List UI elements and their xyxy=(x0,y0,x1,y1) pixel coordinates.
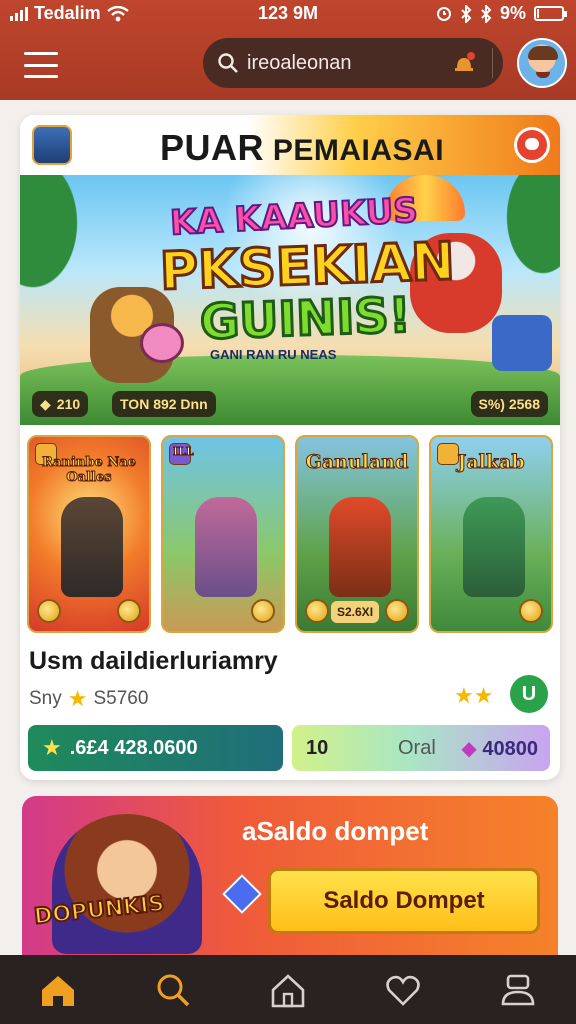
hero-chip-players: ◆ 210 xyxy=(32,391,89,417)
stat-button-b[interactable]: 10 Oral ◆ 40800 xyxy=(292,725,550,771)
menu-line xyxy=(24,63,58,67)
tile-character xyxy=(61,497,123,597)
game-tile[interactable]: Raninbe Nae Oalles xyxy=(27,435,151,633)
promo-character xyxy=(52,814,202,954)
tile-label: ILL xyxy=(173,445,195,459)
hero-chip-value: TON 892 Dnn xyxy=(120,396,208,412)
coin-icon xyxy=(305,599,329,623)
card-title-sub: PEMAIASAI xyxy=(272,134,445,167)
coin-icon xyxy=(37,599,61,623)
tile-character xyxy=(329,497,391,597)
stat-b-amount: 40800 xyxy=(482,737,538,760)
game-tile[interactable]: Jalkab xyxy=(429,435,553,633)
stat-b-value: ◆ 40800 xyxy=(461,736,538,761)
subtitle-prefix: Sny xyxy=(29,688,62,709)
gem-icon: ◆ xyxy=(461,737,477,760)
hero-headline-3: GUINIS! xyxy=(198,286,414,352)
gem-icon xyxy=(222,874,262,914)
u-badge-button[interactable]: U xyxy=(510,675,548,713)
card-title: PUAR PEMAIASAI xyxy=(160,127,444,169)
card-title-main: PUAR xyxy=(160,127,265,168)
coin-icon xyxy=(251,599,275,623)
stat-b-number: 10 xyxy=(306,736,329,759)
stat-button-a[interactable]: ★ .6£4 428.0600 xyxy=(28,725,283,771)
search-icon xyxy=(218,53,238,73)
search-input[interactable] xyxy=(247,51,447,75)
hero-chip-value: 210 xyxy=(56,396,81,412)
nav-search[interactable] xyxy=(143,960,203,1020)
nav-home[interactable] xyxy=(28,960,88,1020)
star-icon: ★ xyxy=(42,735,62,760)
hero-subtitle: GANI RAN RU NEAS xyxy=(210,347,337,362)
battery-icon xyxy=(534,6,567,21)
coin-icon xyxy=(519,599,543,623)
wallet-balance-button[interactable]: Saldo Dompet xyxy=(268,868,540,934)
gem-icon: ◆ xyxy=(40,395,51,412)
game-subtitle: Sny ★ S5760 xyxy=(29,686,148,712)
status-bar: Tedalim 123 9M 9% xyxy=(0,0,576,28)
star-icon: ★ xyxy=(454,683,474,708)
bluetooth-icon xyxy=(461,4,472,23)
wallet-promo-banner: DOPUNKIS aSaldo dompet Saldo Dompet xyxy=(22,796,558,956)
battery-fill xyxy=(537,9,539,18)
nav-profile[interactable] xyxy=(488,960,548,1020)
hero-chip-stat: S%) 2568 xyxy=(470,391,548,417)
hero-character-pink xyxy=(140,323,184,363)
promo-title: aSaldo dompet xyxy=(242,816,429,846)
bottom-nav xyxy=(0,955,576,1024)
top-header: Tedalim 123 9M 9% xyxy=(0,0,576,100)
tile-price: S2.6XI xyxy=(331,601,380,623)
search-divider xyxy=(492,48,493,78)
vibrate-icon xyxy=(481,4,492,23)
game-title: Usm daildierluriamry xyxy=(29,647,278,675)
menu-button[interactable] xyxy=(24,52,58,78)
hero-banner[interactable]: KA KAAUKUS PKSEKIAN GUINIS! GANI RAN RU … xyxy=(20,175,560,425)
status-right: 9% xyxy=(436,3,567,24)
star-icon: ★ xyxy=(67,686,88,711)
alarm-icon xyxy=(436,6,451,21)
game-tile[interactable]: Ganuland S2.6XI xyxy=(295,435,419,633)
avatar[interactable] xyxy=(517,38,567,88)
avatar-hair xyxy=(528,46,558,60)
home-icon xyxy=(41,975,74,1006)
search-icon xyxy=(157,974,190,1006)
rating-stars: ★★ xyxy=(454,683,493,709)
heart-icon xyxy=(386,975,420,1006)
stat-a-value: .6£4 428.0600 xyxy=(69,736,198,759)
notification-bell-icon[interactable] xyxy=(451,50,477,76)
tile-label: Ganuland xyxy=(305,451,409,474)
battery-percent: 9% xyxy=(499,3,526,23)
featured-card: PUAR PEMAIASAI KA KAAUKUS PKSEKIAN GUINI… xyxy=(20,115,560,780)
hero-chip-prize: TON 892 Dnn xyxy=(112,391,216,417)
nav-favorites[interactable] xyxy=(373,960,433,1020)
hero-cart xyxy=(492,315,552,371)
tile-label: Jalkab xyxy=(457,451,525,474)
avatar-mouth xyxy=(536,72,550,78)
nav-house[interactable] xyxy=(258,960,318,1020)
card-header: PUAR PEMAIASAI xyxy=(20,115,560,175)
star-icon: ★ xyxy=(473,683,494,708)
house-icon xyxy=(271,973,305,1007)
subtitle-value: S5760 xyxy=(93,688,149,709)
game-logo[interactable] xyxy=(32,125,72,165)
game-tile[interactable]: ILL xyxy=(161,435,285,633)
profile-icon xyxy=(502,974,535,1005)
tile-character xyxy=(463,497,525,597)
menu-line xyxy=(24,75,58,78)
game-tiles: Raninbe Nae Oalles ILL Ganuland S2.6XI J… xyxy=(27,435,553,633)
search-bar[interactable] xyxy=(203,38,503,88)
chat-icon[interactable] xyxy=(514,127,550,163)
hero-chip-value: S%) 2568 xyxy=(478,396,540,412)
coin-icon xyxy=(117,599,141,623)
stat-b-label: Oral xyxy=(398,736,436,759)
menu-line xyxy=(24,52,58,55)
coin-icon xyxy=(385,599,409,623)
tile-label: Raninbe Nae Oalles xyxy=(42,455,137,486)
tile-character xyxy=(195,497,257,597)
